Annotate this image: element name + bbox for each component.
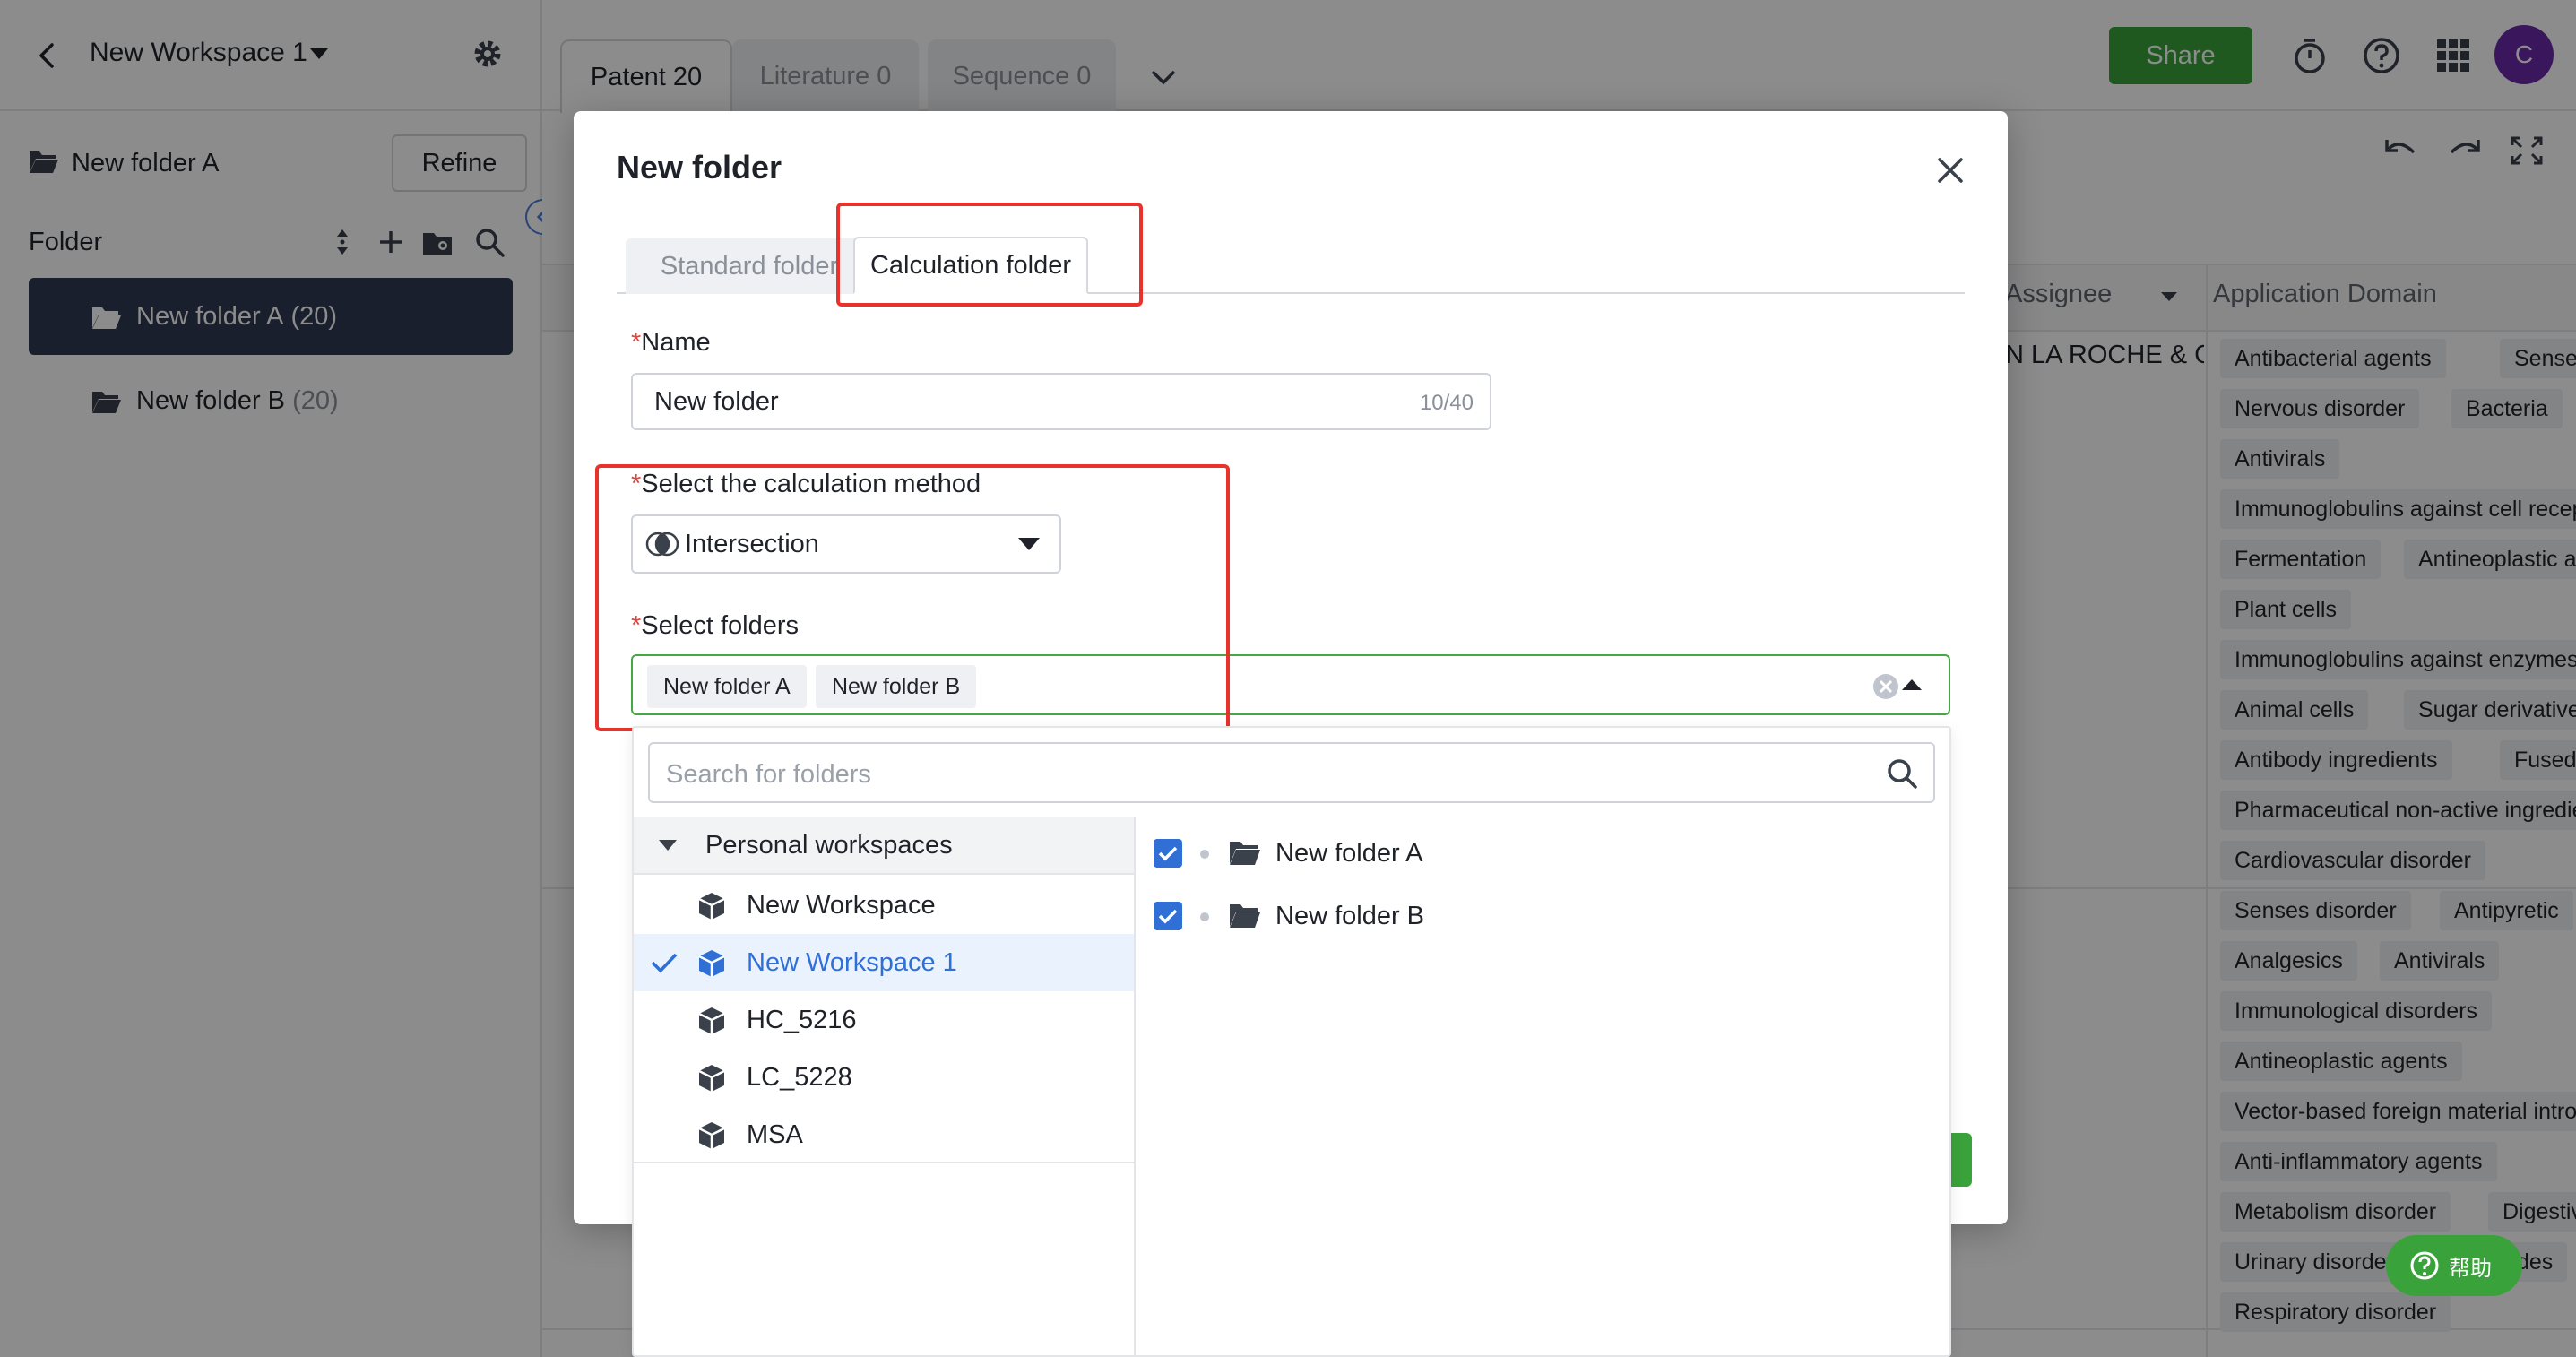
folder-picker-dropdown: Search for folders Personal workspaces N… (632, 726, 1951, 1357)
char-counter: 10/40 (1420, 391, 1474, 416)
tree-dot (1200, 850, 1209, 859)
workspace-label: MSA (747, 1120, 803, 1150)
workspace-item[interactable]: MSA (634, 1106, 1134, 1163)
close-icon[interactable] (1934, 154, 1967, 186)
workspace-label: New Workspace 1 (747, 948, 957, 978)
caret-up-icon[interactable] (1900, 678, 1923, 692)
folder-search-input[interactable]: Search for folders (648, 742, 1935, 803)
highlight-box-calc (595, 464, 1230, 731)
help-float-button[interactable]: 帮助 (2386, 1235, 2522, 1296)
workspace-label: New Workspace (747, 891, 936, 921)
workspace-item[interactable]: HC_5216 (634, 991, 1134, 1049)
workspace-item[interactable]: New Workspace (634, 877, 1134, 934)
caret-down-icon (657, 838, 679, 852)
workspace-item[interactable]: New Workspace 1 (634, 934, 1134, 991)
workspace-cube-icon (696, 1063, 727, 1093)
check-icon (650, 952, 679, 973)
folder-option-label: New folder B (1275, 902, 1424, 931)
check-icon (1154, 839, 1182, 868)
workspace-cube-icon (696, 1006, 727, 1036)
checkbox-checked[interactable] (1154, 902, 1182, 930)
name-input[interactable]: New folder 10/40 (631, 373, 1491, 430)
group-label: Personal workspaces (705, 831, 953, 860)
tree-dot (1200, 912, 1209, 921)
workspace-cube-icon (696, 1120, 727, 1151)
folder-option[interactable]: New folder A (1154, 823, 1933, 880)
folder-option-label: New folder A (1275, 839, 1422, 869)
workspace-list: Personal workspaces New Workspace New Wor… (634, 817, 1136, 1357)
highlight-box-tab (836, 203, 1143, 307)
workspace-group-personal[interactable]: Personal workspaces (634, 817, 1134, 875)
workspace-cube-icon (696, 948, 727, 979)
help-icon (2409, 1250, 2440, 1281)
folder-open-icon (1229, 902, 1261, 929)
folder-option[interactable]: New folder B (1154, 886, 1933, 943)
search-icon[interactable] (1885, 756, 1919, 791)
workspace-label: LC_5228 (747, 1063, 852, 1093)
workspace-item[interactable]: LC_5228 (634, 1049, 1134, 1106)
check-icon (1154, 902, 1182, 930)
list-divider (634, 1162, 1134, 1163)
search-placeholder: Search for folders (666, 760, 871, 790)
workspace-cube-icon (696, 891, 727, 921)
workspace-label: HC_5216 (747, 1006, 857, 1035)
clear-icon[interactable] (1871, 672, 1900, 701)
help-label: 帮助 (2449, 1250, 2492, 1282)
folder-open-icon (1229, 839, 1261, 866)
checkbox-checked[interactable] (1154, 839, 1182, 868)
dialog-title: New folder (617, 149, 782, 186)
name-label: *Name (631, 328, 711, 358)
name-value: New folder (654, 387, 779, 417)
